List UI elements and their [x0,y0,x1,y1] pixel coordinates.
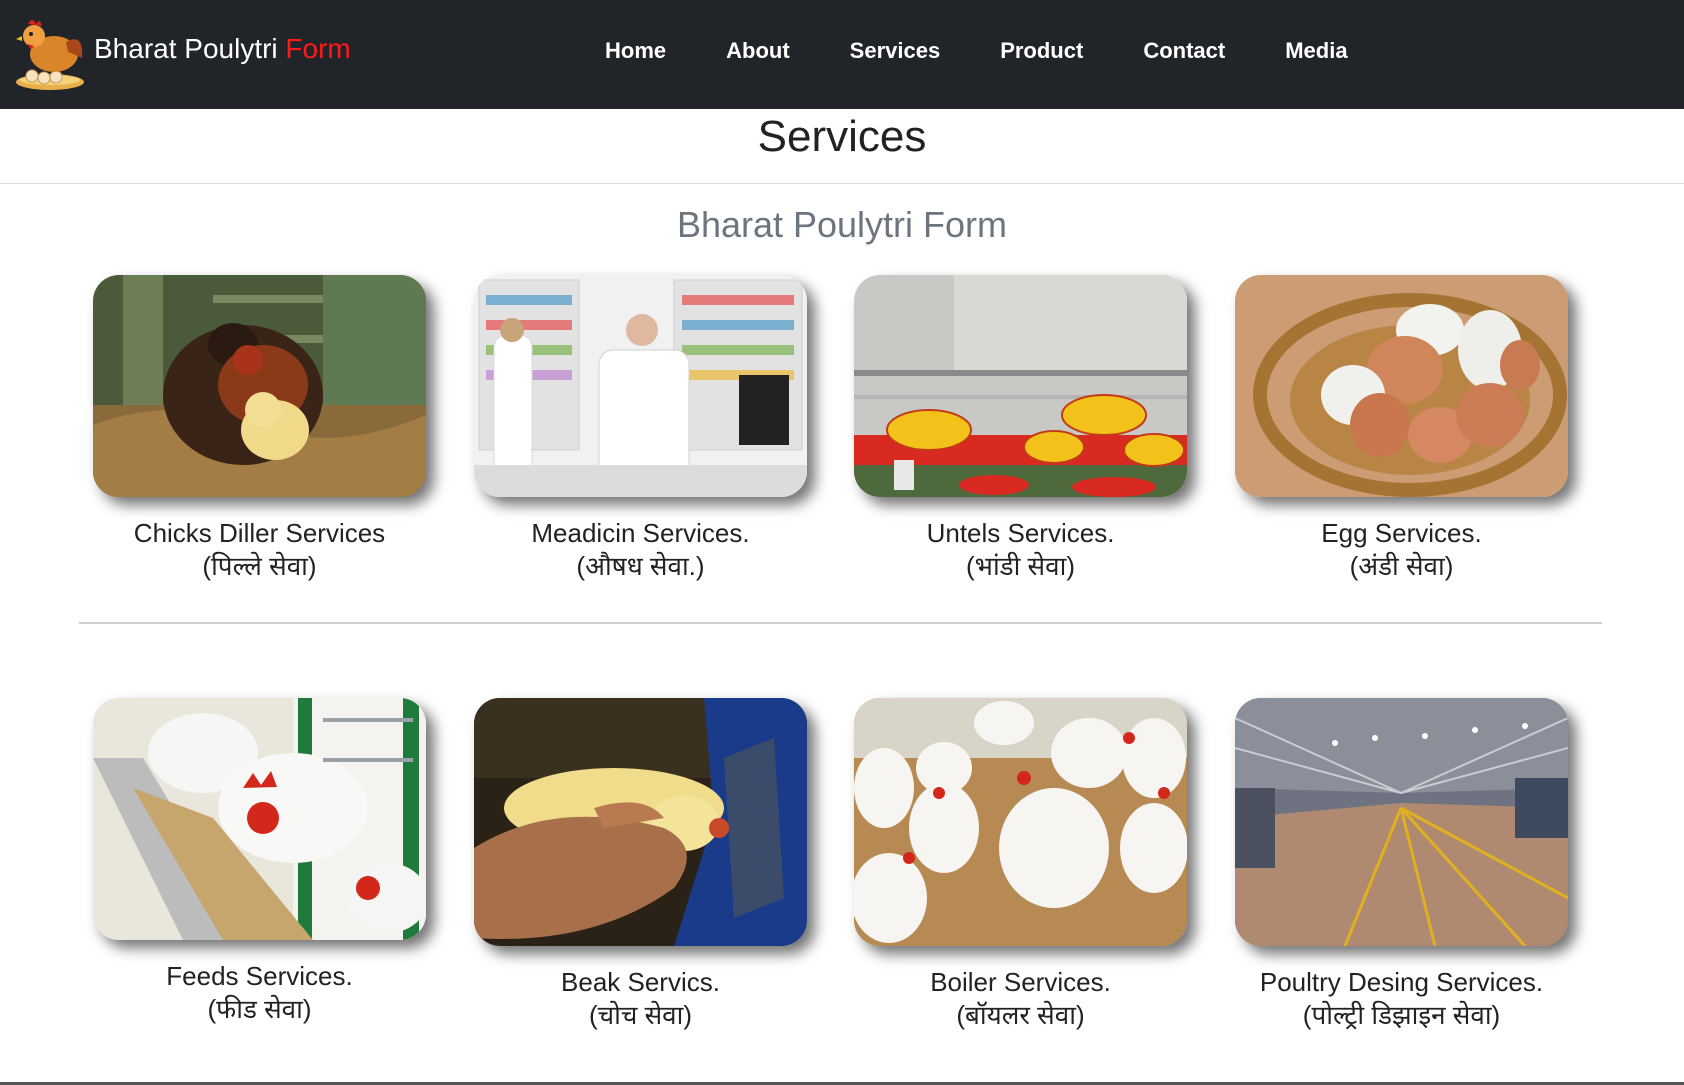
service-card-beak[interactable]: Beak Servics. (चोच सेवा) [474,698,807,1032]
service-subtitle: (बॉयलर सेवा) [956,1000,1085,1030]
service-title: Feeds Services. [166,961,353,991]
service-caption: Egg Services. (अंडी सेवा) [1235,517,1568,583]
main-nav: Home About Services Product Contact Medi… [605,38,1348,64]
service-subtitle: (भांडी सेवा) [966,551,1075,581]
service-card-utensils[interactable]: Untels Services. (भांडी सेवा) [854,275,1187,583]
nav-contact[interactable]: Contact [1143,38,1225,64]
section-subtitle: Bharat Poulytri Form [676,204,1008,245]
service-caption: Chicks Diller Services (पिल्ले सेवा) [93,517,426,583]
feeding-hens-photo [93,698,426,940]
service-subtitle: (पिल्ले सेवा) [202,551,317,581]
service-title: Chicks Diller Services [133,518,386,548]
service-caption: Untels Services. (भांडी सेवा) [854,517,1187,583]
service-title: Untels Services. [926,518,1115,548]
chicks-photo [93,275,426,497]
broiler-chickens-photo [854,698,1187,946]
service-card-boiler[interactable]: Boiler Services. (बॉयलर सेवा) [854,698,1187,1032]
service-caption: Boiler Services. (बॉयलर सेवा) [854,966,1187,1032]
service-subtitle: (फीड सेवा) [207,994,312,1024]
service-title: Boiler Services. [930,967,1111,997]
poultry-shed-photo [1235,698,1568,946]
service-subtitle: (औषध सेवा.) [576,551,705,581]
service-card-chicks[interactable]: Chicks Diller Services (पिल्ले सेवा) [93,275,426,583]
nav-product[interactable]: Product [1000,38,1083,64]
service-caption: Feeds Services. (फीड सेवा) [93,960,426,1026]
beak-trimming-photo [474,698,807,946]
service-card-eggs[interactable]: Egg Services. (अंडी सेवा) [1235,275,1568,583]
service-card-medicine[interactable]: Meadicin Services. (औषध सेवा.) [474,275,807,583]
nav-about[interactable]: About [726,38,790,64]
service-caption: Beak Servics. (चोच सेवा) [474,966,807,1032]
brand-name-accent: Form [285,33,351,64]
nav-home[interactable]: Home [605,38,666,64]
feeders-photo [854,275,1187,497]
service-subtitle: (चोच सेवा) [588,1000,693,1030]
service-caption: Meadicin Services. (औषध सेवा.) [474,517,807,583]
service-subtitle: (पोल्ट्री डिझाइन सेवा) [1302,1000,1501,1030]
pharmacy-photo [474,275,807,497]
nav-media[interactable]: Media [1285,38,1347,64]
eggs-basket-photo [1235,275,1568,497]
divider [0,183,1684,184]
brand-link[interactable]: Bharat Poulytri Form [12,14,351,94]
service-card-poultry-design[interactable]: Poultry Desing Services. (पोल्ट्री डिझाइ… [1235,698,1568,1032]
service-card-feeds[interactable]: Feeds Services. (फीड सेवा) [93,698,426,1026]
service-title: Beak Servics. [561,967,720,997]
navbar: Bharat Poulytri Form Home About Services… [0,0,1684,109]
service-caption: Poultry Desing Services. (पोल्ट्री डिझाइ… [1235,966,1568,1032]
section-divider [79,622,1602,624]
brand-name-main: Bharat Poulytri [94,33,286,64]
service-title: Meadicin Services. [531,518,750,548]
hen-logo-icon [16,20,84,90]
nav-services[interactable]: Services [850,38,941,64]
service-title: Egg Services. [1321,518,1482,548]
page-title: Services [757,112,927,161]
service-title: Poultry Desing Services. [1259,967,1544,997]
service-subtitle: (अंडी सेवा) [1349,551,1454,581]
brand-name: Bharat Poulytri Form [94,33,351,65]
